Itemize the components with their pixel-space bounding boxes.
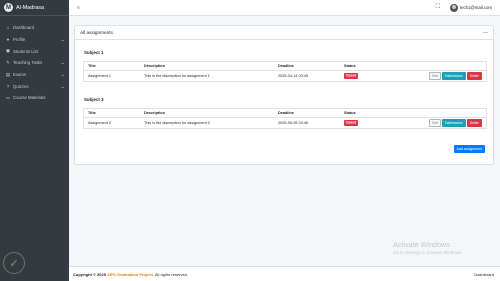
table-header: Title Description Deadline Status: [84, 62, 486, 71]
add-assignment-button[interactable]: Add assignment: [454, 145, 485, 153]
avatar[interactable]: [449, 3, 458, 12]
sidebar-item-course-materials[interactable]: ▭ Course Materials: [0, 92, 69, 104]
status-badge: Closed: [344, 73, 358, 79]
brand-link[interactable]: M Al-Madrasa: [0, 0, 69, 16]
sidebar-item-label: Teaching Tasks: [13, 60, 43, 66]
submissions-button[interactable]: Submissions: [441, 71, 466, 81]
sidebar: M Al-Madrasa ⌂ Dashboard ● Profile ⌄ ◼ S…: [0, 0, 69, 281]
menu-toggle-icon[interactable]: ≡: [77, 5, 80, 11]
sidebar-nav: ⌂ Dashboard ● Profile ⌄ ◼ Students List …: [0, 16, 69, 104]
assignment-title: Assignment 1: [88, 74, 112, 78]
book-icon: ▭: [5, 94, 11, 100]
collapse-icon[interactable]: —: [483, 30, 488, 36]
question-icon: ?: [6, 83, 10, 89]
activate-windows-watermark: Activate Windows Go to Settings to activ…: [393, 240, 462, 255]
user-icon: ●: [6, 37, 10, 43]
assignment-description: This is the discreption for assignment 1: [144, 74, 210, 78]
column-header-status: Status: [344, 64, 356, 68]
card-header: All assignments —: [75, 26, 493, 40]
sidebar-item-label: Profile: [13, 37, 26, 43]
chevron-down-icon: ⌄: [59, 83, 65, 89]
sidebar-item-label: Dashboard: [13, 25, 35, 31]
edit-button[interactable]: Edit: [429, 118, 441, 128]
column-header-title: Title: [88, 64, 96, 68]
sidebar-item-teaching-tasks[interactable]: ✎ Teaching Tasks ⌄: [0, 57, 69, 69]
delete-button[interactable]: Delete: [466, 71, 482, 81]
column-header-status: Status: [344, 111, 356, 115]
column-header-description: Description: [144, 64, 165, 68]
sidebar-item-profile[interactable]: ● Profile ⌄: [0, 34, 69, 46]
assignment-deadline: 2025-04-14 03:45: [278, 74, 308, 78]
tasks-icon: ✎: [6, 59, 10, 65]
assignment-deadline: 2025-05-05 04:46: [278, 121, 308, 125]
exams-icon: ▤: [5, 71, 11, 77]
row-actions: Edit Submissions Delete: [404, 118, 486, 128]
activate-windows-subtitle: Go to Settings to activate Windows.: [393, 250, 463, 255]
sidebar-item-label: Exams: [13, 72, 27, 78]
assignment-title: Assignment 2: [88, 121, 112, 125]
chevron-down-icon: ⌄: [59, 72, 65, 78]
subject-title: Subject 1: [84, 50, 104, 55]
users-icon: ◼: [6, 48, 10, 54]
column-header-deadline: Deadline: [278, 64, 294, 68]
subject-title: Subject 3: [84, 97, 104, 102]
sidebar-item-dashboard[interactable]: ⌂ Dashboard: [0, 22, 69, 34]
topbar-right: ⛶ tech1@mail.com: [436, 3, 492, 12]
assignments-table: Title Description Deadline Status Assign…: [83, 61, 487, 82]
fullscreen-icon[interactable]: ⛶: [436, 4, 440, 11]
footer-right-text: Dashboard: [474, 271, 494, 277]
sidebar-item-quizzes[interactable]: ? Quizzes ⌄: [0, 80, 69, 92]
footer-project-link[interactable]: 2IPS Graduation Project: [107, 272, 153, 277]
assignment-description: This is the discreption for assignment 2: [144, 121, 210, 125]
submissions-button[interactable]: Submissions: [441, 118, 466, 128]
sidebar-item-exams[interactable]: ▤ Exams ⌄: [0, 69, 69, 81]
column-header-deadline: Deadline: [278, 111, 294, 115]
watermark-logo-icon: ✓: [3, 252, 25, 274]
brand-name: Al-Madrasa: [16, 4, 45, 11]
activate-windows-title: Activate Windows: [393, 240, 450, 249]
table-header: Title Description Deadline Status: [84, 109, 486, 118]
user-email[interactable]: tech1@mail.com: [460, 5, 492, 10]
brand-logo-icon: M: [4, 3, 13, 12]
assignments-table: Title Description Deadline Status Assign…: [83, 108, 487, 129]
sidebar-item-label: Quizzes: [13, 83, 29, 89]
edit-button[interactable]: Edit: [429, 71, 441, 81]
delete-button[interactable]: Delete: [466, 118, 482, 128]
column-header-title: Title: [88, 111, 96, 115]
chevron-down-icon: ⌄: [59, 60, 65, 66]
sidebar-item-label: Students List: [13, 48, 38, 54]
dashboard-icon: ⌂: [6, 25, 10, 31]
assignments-card: All assignments — Subject 1 Title Descri…: [74, 25, 494, 165]
chevron-down-icon: ⌄: [59, 37, 65, 43]
top-navbar: ≡ ⛶ tech1@mail.com: [69, 0, 500, 16]
status-badge: Closed: [344, 120, 358, 126]
table-row: Assignment 1 This is the discreption for…: [84, 71, 486, 81]
column-header-description: Description: [144, 111, 165, 115]
sidebar-item-students-list[interactable]: ◼ Students List: [0, 45, 69, 57]
footer-copyright: Copyright © 2025: [73, 271, 106, 277]
table-row: Assignment 2 This is the discreption for…: [84, 118, 486, 128]
footer-rights: . All rights reserved.: [152, 271, 189, 277]
sidebar-item-label: Course Materials: [13, 95, 46, 101]
row-actions: Edit Submissions Delete: [404, 71, 486, 81]
footer: Copyright © 2025 2IPS Graduation Project…: [69, 266, 500, 281]
card-title: All assignments: [80, 30, 113, 35]
